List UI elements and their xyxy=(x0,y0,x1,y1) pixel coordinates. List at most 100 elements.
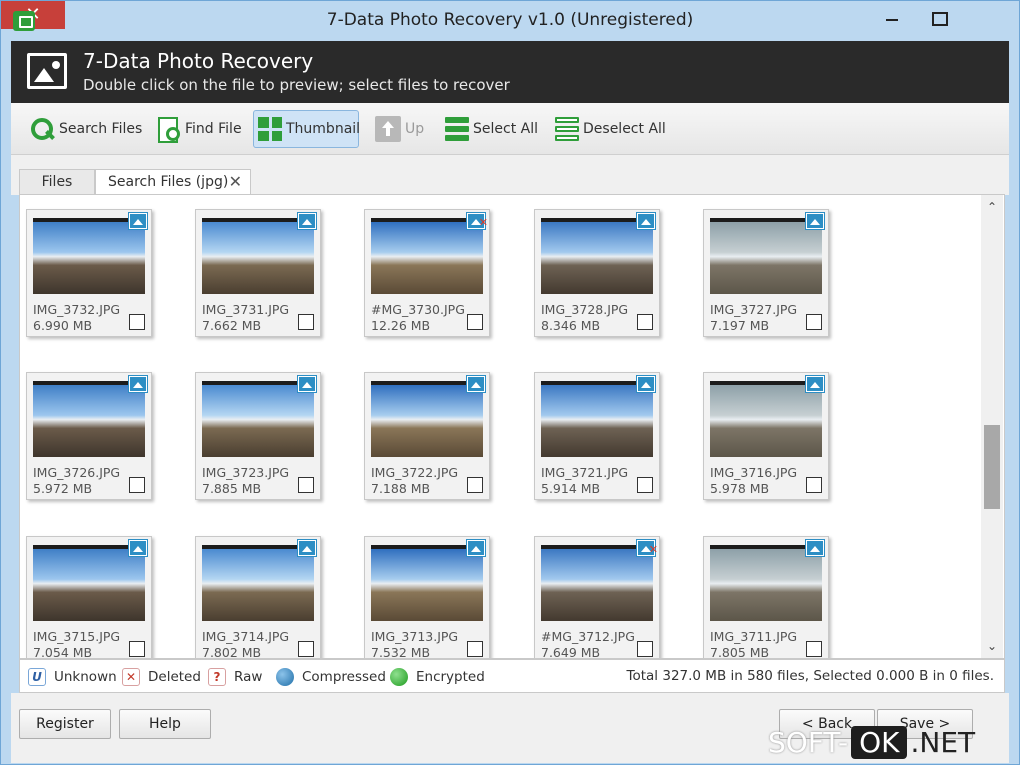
unknown-icon: U xyxy=(28,668,46,686)
image-type-icon xyxy=(806,540,824,556)
compressed-icon xyxy=(276,668,294,686)
select-checkbox[interactable] xyxy=(298,641,314,657)
scrollbar-thumb[interactable] xyxy=(984,425,1000,509)
thumbnail-image xyxy=(202,218,314,294)
deselect-all-icon xyxy=(555,117,579,141)
legend-raw: ? Raw xyxy=(208,668,262,686)
select-all-button[interactable]: Select All xyxy=(441,110,542,148)
find-file-button[interactable]: Find File xyxy=(151,110,246,148)
banner-subtitle: Double click on the file to preview; sel… xyxy=(83,76,510,94)
up-label: Up xyxy=(405,121,425,137)
app-window: 7-Data Photo Recovery v1.0 (Unregistered… xyxy=(0,0,1020,765)
select-checkbox[interactable] xyxy=(637,314,653,330)
select-checkbox[interactable] xyxy=(298,314,314,330)
scroll-down-icon[interactable]: ⌄ xyxy=(981,636,1003,656)
thumbnail-image xyxy=(33,381,145,457)
scroll-up-icon[interactable]: ⌃ xyxy=(981,197,1003,217)
register-button[interactable]: Register xyxy=(19,709,111,739)
thumbnail-item[interactable]: IMG_3727.JPG 7.197 MB xyxy=(703,209,829,337)
image-type-icon xyxy=(637,540,658,556)
select-checkbox[interactable] xyxy=(129,314,145,330)
thumbnail-item[interactable]: IMG_3723.JPG 7.885 MB xyxy=(195,372,321,500)
select-checkbox[interactable] xyxy=(637,477,653,493)
minimize-button[interactable] xyxy=(871,3,911,33)
file-size: 7.054 MB xyxy=(33,645,93,659)
file-name: IMG_3713.JPG xyxy=(371,629,459,644)
select-checkbox[interactable] xyxy=(467,641,483,657)
search-files-button[interactable]: Search Files xyxy=(25,110,146,148)
up-button[interactable]: Up xyxy=(371,110,428,148)
legend-unknown: U Unknown xyxy=(28,668,117,686)
vertical-scrollbar[interactable]: ⌃ ⌄ xyxy=(981,195,1003,658)
legend-compressed: Compressed xyxy=(276,668,386,686)
thumbnail-item[interactable]: IMG_3728.JPG 8.346 MB xyxy=(534,209,660,337)
tab-close-icon[interactable]: ✕ xyxy=(229,170,242,194)
file-size: 7.802 MB xyxy=(202,645,262,659)
select-checkbox[interactable] xyxy=(806,641,822,657)
legend-compressed-label: Compressed xyxy=(302,669,386,685)
thumbnail-item[interactable]: IMG_3711.JPG 7.805 MB xyxy=(703,536,829,658)
file-size: 7.662 MB xyxy=(202,318,262,333)
file-name: IMG_3728.JPG xyxy=(541,302,629,317)
thumbnail-button[interactable]: Thumbnail xyxy=(253,110,361,148)
file-name: #MG_3730.JPG xyxy=(371,302,465,317)
tab-files[interactable]: Files xyxy=(19,169,95,195)
thumbnail-grid-icon xyxy=(258,117,282,141)
thumbnail-item[interactable]: IMG_3721.JPG 5.914 MB xyxy=(534,372,660,500)
thumbnail-item[interactable]: IMG_3722.JPG 7.188 MB xyxy=(364,372,490,500)
image-type-icon xyxy=(129,213,147,229)
image-type-icon xyxy=(298,376,316,392)
thumbnail-item[interactable]: IMG_3713.JPG 7.532 MB xyxy=(364,536,490,659)
header-banner: 7-Data Photo Recovery Double click on th… xyxy=(11,41,1009,103)
select-checkbox[interactable] xyxy=(806,314,822,330)
file-name: IMG_3731.JPG xyxy=(202,302,290,317)
thumbnail-item[interactable]: IMG_3732.JPG 6.990 MB xyxy=(26,209,152,337)
deleted-icon: ✕ xyxy=(122,668,140,686)
thumbnail-image xyxy=(710,218,822,294)
select-checkbox[interactable] xyxy=(806,477,822,493)
image-type-icon xyxy=(637,213,655,229)
thumbnail-image xyxy=(33,218,145,294)
image-type-icon xyxy=(298,540,316,556)
file-size: 7.532 MB xyxy=(371,645,431,659)
thumbnail-item[interactable]: IMG_3731.JPG 7.662 MB xyxy=(195,209,321,337)
select-checkbox[interactable] xyxy=(129,477,145,493)
legend-deleted: ✕ Deleted xyxy=(122,668,201,686)
thumbnail-label: Thumbnail xyxy=(286,121,361,137)
file-size: 7.649 MB xyxy=(541,645,601,659)
select-checkbox[interactable] xyxy=(298,477,314,493)
find-file-label: Find File xyxy=(185,121,242,137)
watermark-net: .NET xyxy=(910,725,976,759)
file-size: 12.26 MB xyxy=(371,318,431,333)
find-file-icon xyxy=(155,116,181,143)
deselect-all-button[interactable]: Deselect All xyxy=(551,110,670,148)
thumbnail-item[interactable]: IMG_3714.JPG 7.802 MB xyxy=(195,536,321,659)
select-checkbox[interactable] xyxy=(467,477,483,493)
image-type-icon xyxy=(806,376,824,392)
maximize-button[interactable] xyxy=(919,3,959,33)
help-button[interactable]: Help xyxy=(119,709,211,739)
file-size: 5.972 MB xyxy=(33,481,93,496)
thumbnail-image xyxy=(33,545,145,621)
legend-unknown-label: Unknown xyxy=(54,669,117,685)
select-checkbox[interactable] xyxy=(129,641,145,657)
legend-deleted-label: Deleted xyxy=(148,669,201,685)
file-size: 5.914 MB xyxy=(541,481,601,496)
image-type-icon xyxy=(298,213,316,229)
thumbnail-item[interactable]: IMG_3715.JPG 7.054 MB xyxy=(26,536,152,659)
search-icon xyxy=(29,116,55,142)
thumbnail-image xyxy=(541,381,653,457)
thumbnail-item[interactable]: #MG_3712.JPG7.649 MB xyxy=(534,536,660,659)
thumbnail-item[interactable]: #MG_3730.JPG12.26 MB xyxy=(364,209,490,337)
file-name: #MG_3712.JPG xyxy=(541,629,635,644)
file-size: 7.197 MB xyxy=(710,318,770,333)
select-checkbox[interactable] xyxy=(467,314,483,330)
file-name: IMG_3716.JPG xyxy=(710,465,798,480)
select-checkbox[interactable] xyxy=(637,641,653,657)
tab-search-files[interactable]: Search Files (jpg) ✕ xyxy=(95,169,251,196)
file-name: IMG_3727.JPG xyxy=(710,302,798,317)
thumbnail-item[interactable]: IMG_3726.JPG 5.972 MB xyxy=(26,372,152,500)
image-type-icon xyxy=(467,213,488,229)
thumbnail-image xyxy=(371,381,483,457)
thumbnail-item[interactable]: IMG_3716.JPG 5.978 MB xyxy=(703,372,829,500)
